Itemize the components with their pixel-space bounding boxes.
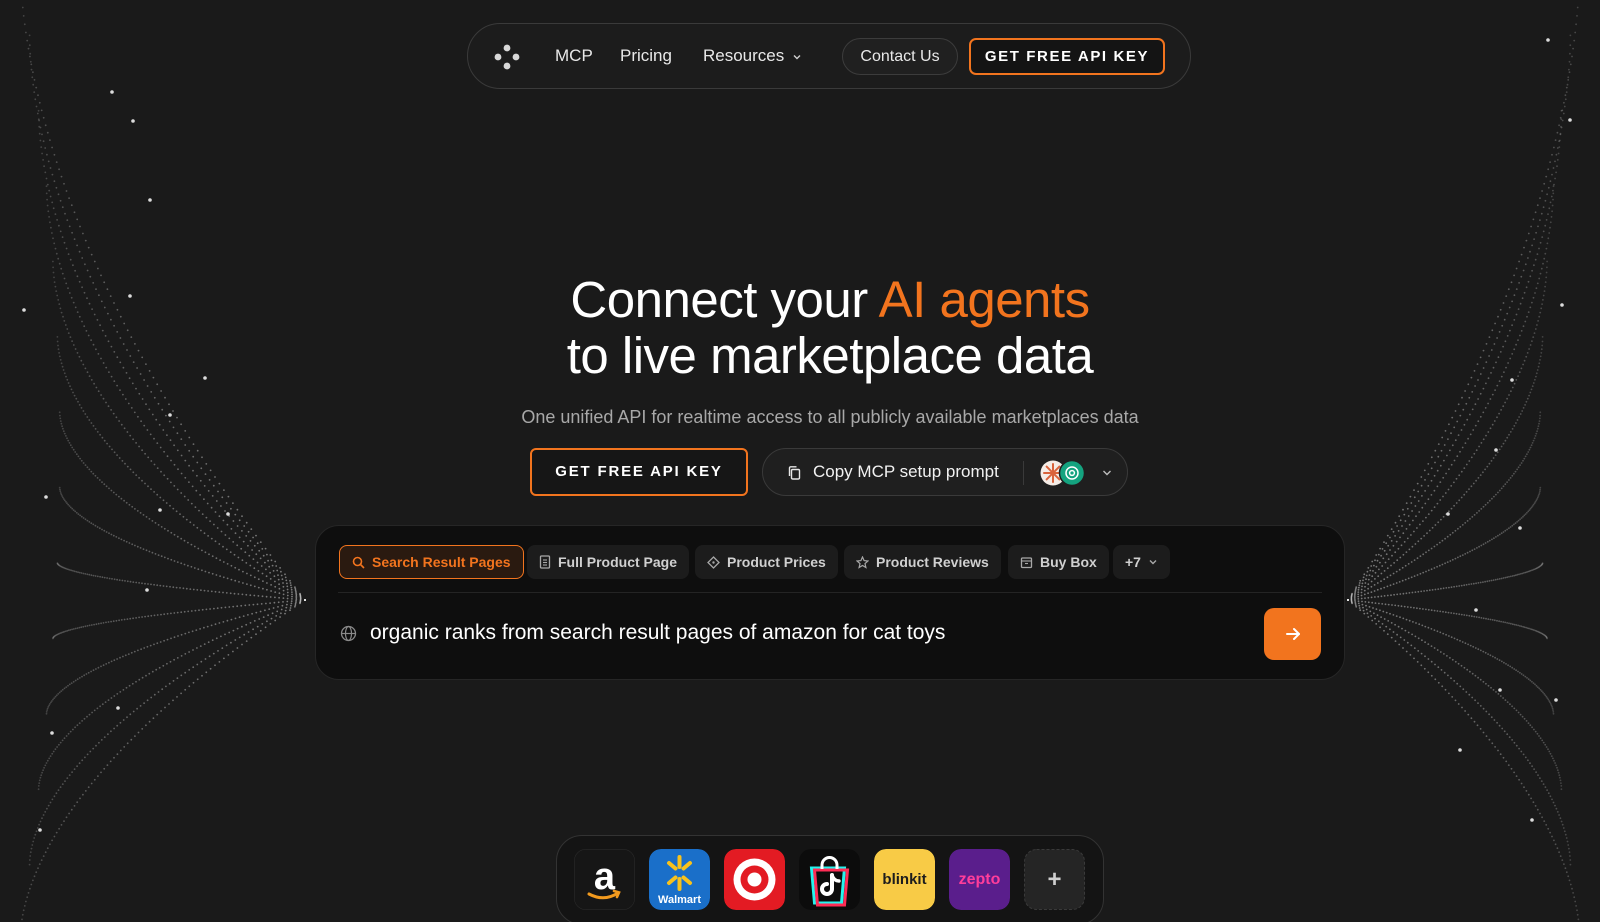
search-icon xyxy=(352,556,365,569)
chip-full-product-page[interactable]: Full Product Page xyxy=(527,545,690,579)
send-query-button[interactable] xyxy=(1264,608,1321,660)
nav-link-resources[interactable]: Resources xyxy=(703,24,802,88)
chip-product-prices[interactable]: Product Prices xyxy=(695,545,838,579)
chip-more[interactable]: +7 xyxy=(1113,545,1170,579)
document-icon xyxy=(539,555,551,569)
box-icon xyxy=(1020,556,1033,568)
hero-subtitle: One unified API for realtime access to a… xyxy=(521,407,1139,427)
nav-get-api-key-button[interactable]: GET FREE API KEY xyxy=(969,38,1165,75)
nav-link-pricing[interactable]: Pricing xyxy=(620,24,672,88)
chevron-down-icon xyxy=(1149,560,1157,565)
chip-label: Full Product Page xyxy=(558,554,678,570)
query-input[interactable]: organic ranks from search result pages o… xyxy=(370,618,945,648)
divider xyxy=(1023,461,1024,485)
chip-label: Product Reviews xyxy=(876,554,989,570)
chip-search-result-pages[interactable]: Search Result Pages xyxy=(339,545,524,579)
top-navigation: MCP Pricing Resources Contact Us GET FRE… xyxy=(467,23,1191,89)
chip-buy-box[interactable]: Buy Box xyxy=(1008,545,1109,579)
chevron-down-icon xyxy=(793,54,801,60)
copy-mcp-prompt-button[interactable]: Copy MCP setup prompt xyxy=(762,448,1128,496)
chip-label: Search Result Pages xyxy=(372,554,511,570)
copy-icon xyxy=(788,466,801,480)
hero-title-accent: AI agents xyxy=(878,271,1090,328)
walmart-logo-icon[interactable]: Walmart xyxy=(649,849,710,910)
query-panel: Search Result Pages Full Product Page Pr… xyxy=(315,525,1345,680)
blinkit-logo-icon[interactable]: blinkit xyxy=(874,849,935,910)
brand-logo-icon[interactable] xyxy=(492,42,522,72)
nav-link-mcp[interactable]: MCP xyxy=(555,24,593,88)
star-icon xyxy=(856,555,869,569)
marketplace-dock: a Walmart blinkit zepto + xyxy=(556,835,1104,922)
chip-label: Product Prices xyxy=(727,554,826,570)
add-marketplace-button[interactable]: + xyxy=(1024,849,1085,910)
get-free-api-key-button[interactable]: GET FREE API KEY xyxy=(530,448,748,496)
plus-icon: + xyxy=(1047,866,1061,893)
blinkit-logo-text: blinkit xyxy=(882,871,926,888)
hero-title-line2: to live marketplace data xyxy=(566,327,1094,384)
contact-us-button[interactable]: Contact Us xyxy=(842,38,958,75)
tag-icon xyxy=(707,555,720,569)
hero-title: Connect your AI agents to live marketpla… xyxy=(0,272,1600,384)
nav-link-resources-label: Resources xyxy=(703,46,785,65)
hero-title-prefix: Connect your xyxy=(570,271,879,328)
copy-mcp-prompt-label: Copy MCP setup prompt xyxy=(813,462,999,481)
globe-icon xyxy=(340,625,357,642)
zepto-logo-text: zepto xyxy=(959,871,1001,888)
tiktok-shop-logo-icon[interactable] xyxy=(799,849,860,910)
chevron-down-icon[interactable] xyxy=(1101,467,1113,479)
ai-assistant-logos-icon[interactable] xyxy=(1039,459,1089,487)
zepto-logo-icon[interactable]: zepto xyxy=(949,849,1010,910)
target-logo-icon[interactable] xyxy=(724,849,785,910)
amazon-logo-letter: a xyxy=(594,856,616,898)
chip-label: +7 xyxy=(1125,554,1141,570)
panel-divider xyxy=(338,592,1322,593)
chip-label: Buy Box xyxy=(1040,554,1097,570)
chip-product-reviews[interactable]: Product Reviews xyxy=(844,545,1001,579)
walmart-logo-text: Walmart xyxy=(658,894,701,906)
arrow-right-icon xyxy=(1285,628,1300,640)
amazon-logo-icon[interactable]: a xyxy=(574,849,635,910)
